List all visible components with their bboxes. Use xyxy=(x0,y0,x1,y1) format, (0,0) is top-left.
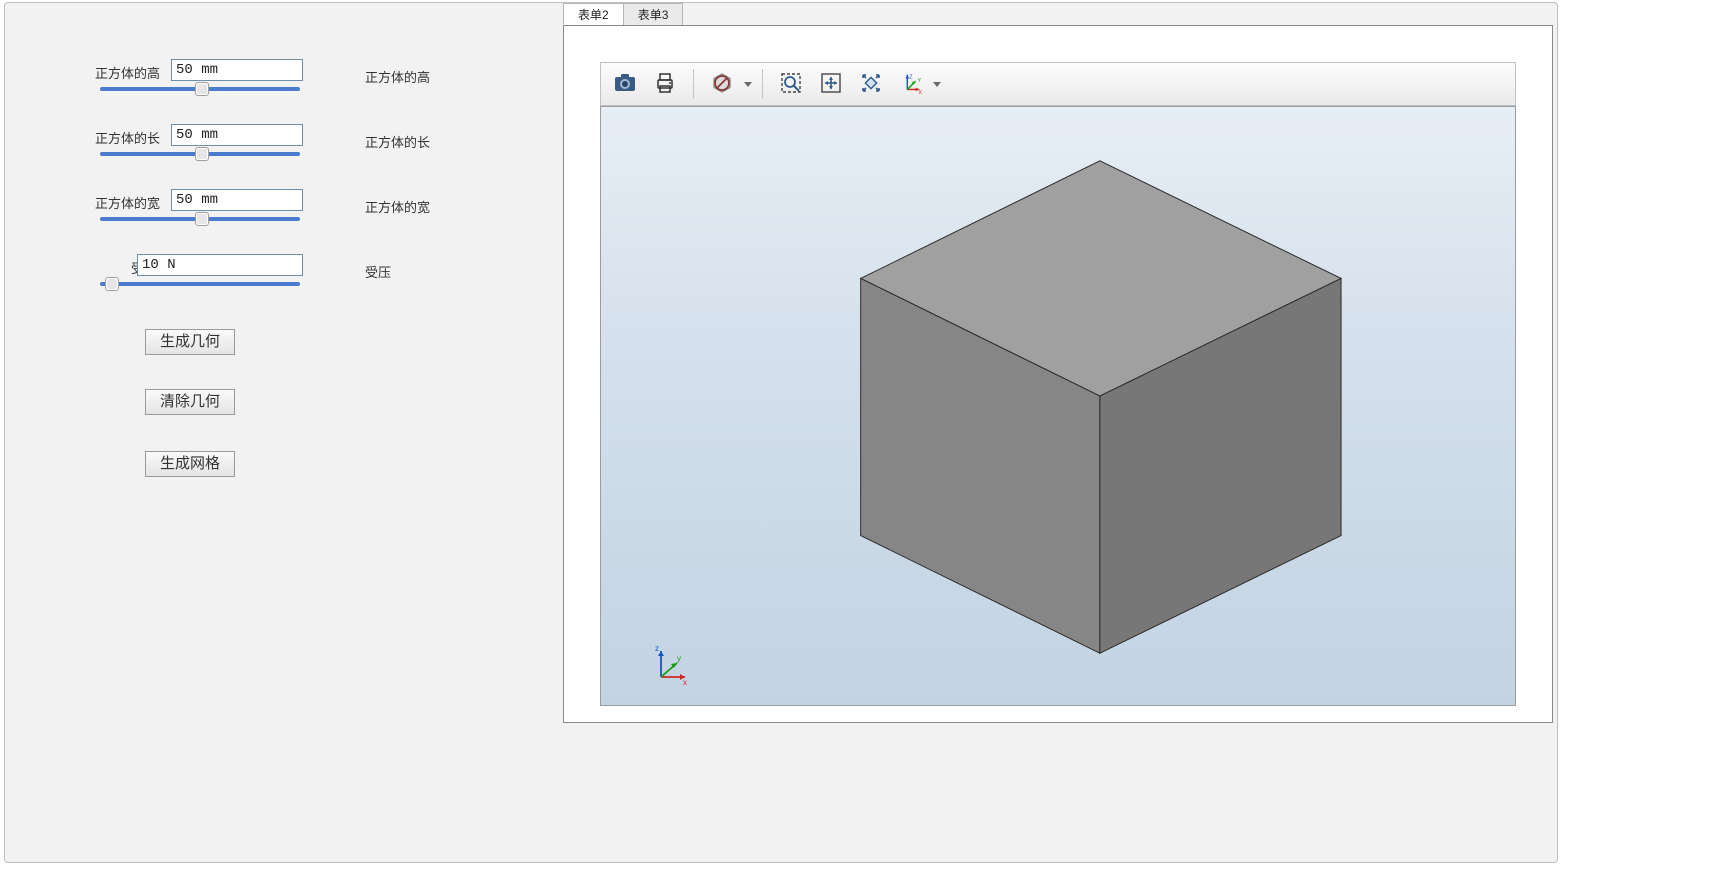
tab-form3[interactable]: 表单3 xyxy=(623,3,684,25)
left-panel: 正方体的高 正方体的高 正方体的长 正方体的长 正方体的宽 正方体的宽 受压 xyxy=(5,3,560,862)
input-length[interactable] xyxy=(171,124,303,146)
axis-label-z: z xyxy=(655,644,659,653)
label-force-right: 受压 xyxy=(365,262,391,281)
printer-icon xyxy=(653,71,677,98)
toolbar-separator xyxy=(762,69,763,99)
cube-render xyxy=(601,107,1515,705)
slider-width-thumb[interactable] xyxy=(195,212,209,226)
zoom-box-button[interactable] xyxy=(773,67,809,101)
zoom-select-icon xyxy=(859,71,883,98)
svg-text:X: X xyxy=(918,90,922,95)
clear-geometry-button[interactable]: 清除几何 xyxy=(145,389,235,415)
view-orientation-dropdown[interactable]: Z Y X xyxy=(893,67,941,101)
slider-height-thumb[interactable] xyxy=(195,82,209,96)
viewport-3d[interactable]: z y x xyxy=(600,106,1516,706)
generate-geometry-button[interactable]: 生成几何 xyxy=(145,329,235,355)
zoom-extents-button[interactable] xyxy=(813,67,849,101)
chevron-down-icon[interactable] xyxy=(744,82,752,87)
param-row-length: 正方体的长 正方体的长 xyxy=(95,124,555,179)
svg-text:Z: Z xyxy=(909,74,913,80)
label-length-right: 正方体的长 xyxy=(365,132,430,151)
axes-icon: Z Y X xyxy=(899,71,923,98)
label-length: 正方体的长 xyxy=(95,128,160,147)
no-selection-button[interactable] xyxy=(704,67,740,101)
axis-triad: z y x xyxy=(647,643,691,687)
graphics-frame: Z Y X xyxy=(563,25,1553,723)
input-width[interactable] xyxy=(171,189,303,211)
zoom-selected-button[interactable] xyxy=(853,67,889,101)
param-row-force: 受压 受压 xyxy=(95,254,555,309)
toolbar-separator xyxy=(693,69,694,99)
slider-force-thumb[interactable] xyxy=(105,277,119,291)
view-orientation-button[interactable]: Z Y X xyxy=(893,67,929,101)
graphics-toolbar: Z Y X xyxy=(600,62,1516,106)
chevron-down-icon[interactable] xyxy=(933,82,941,87)
generate-mesh-button[interactable]: 生成网格 xyxy=(145,451,235,477)
app-frame: 正方体的高 正方体的高 正方体的长 正方体的长 正方体的宽 正方体的宽 受压 xyxy=(4,2,1558,863)
param-row-height: 正方体的高 正方体的高 xyxy=(95,59,555,114)
axis-label-y: y xyxy=(677,654,681,663)
print-button[interactable] xyxy=(647,67,683,101)
label-height: 正方体的高 xyxy=(95,63,160,82)
tab-form2[interactable]: 表单2 xyxy=(563,3,624,25)
zoom-box-icon xyxy=(779,71,803,98)
slider-length-thumb[interactable] xyxy=(195,147,209,161)
camera-icon xyxy=(613,71,637,98)
label-width: 正方体的宽 xyxy=(95,193,160,212)
selection-mode-dropdown[interactable] xyxy=(704,67,752,101)
snapshot-button[interactable] xyxy=(607,67,643,101)
tab-bar: 表单2 表单3 xyxy=(563,3,682,25)
param-row-width: 正方体的宽 正方体的宽 xyxy=(95,189,555,244)
zoom-extents-icon xyxy=(819,71,843,98)
label-width-right: 正方体的宽 xyxy=(365,197,430,216)
label-height-right: 正方体的高 xyxy=(365,67,430,86)
slider-force-track[interactable] xyxy=(100,282,300,286)
svg-text:Y: Y xyxy=(917,78,921,84)
axis-label-x: x xyxy=(683,678,687,687)
input-height[interactable] xyxy=(171,59,303,81)
input-force[interactable] xyxy=(137,254,303,276)
no-select-icon xyxy=(710,71,734,98)
